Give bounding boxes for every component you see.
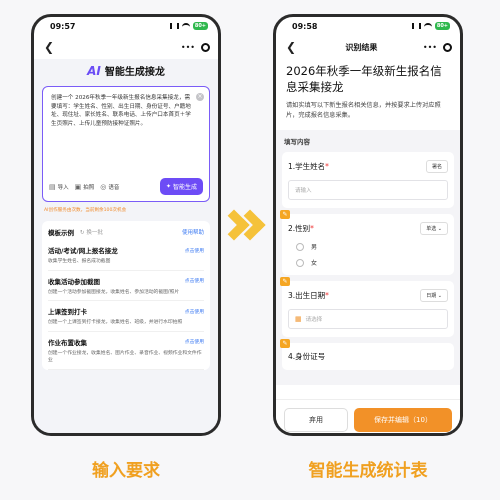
form-title: 2026年秋季一年级新生报名信息采集接龙	[286, 64, 442, 94]
status-time: 09:57	[50, 21, 76, 31]
edit-icon[interactable]: ✎	[280, 210, 290, 219]
question-card: ✎ 4.身份证号	[280, 339, 454, 370]
result-page-body: 2026年秋季一年级新生报名信息采集接龙 请如实填写以下新生报名相关信息，并按要…	[276, 59, 460, 433]
question-type-tag[interactable]: 日期 ⌄	[420, 289, 448, 302]
sparkle-icon: ✦	[165, 183, 171, 190]
close-circle-icon[interactable]	[201, 42, 210, 52]
nav-bar: ❮ •••	[34, 35, 218, 59]
template-name: 作业布置收集	[48, 338, 87, 347]
templates-list: 活动/考试/网上报名接龙 点击使用 收集学生姓名、报名成功截图 收集活动参加截图…	[42, 240, 210, 370]
ai-logo-icon: AI	[87, 63, 101, 78]
template-desc: 创建一个活动参加截图接龙，收集姓名、参加活动的截图/照片	[48, 289, 180, 295]
chevron-down-icon: ⌄	[437, 293, 442, 299]
templates-title: 模板示例	[48, 229, 74, 237]
nav-bar: ❮ 识别结果 •••	[276, 35, 460, 59]
camera-button[interactable]: ▣ 拍照	[75, 183, 95, 191]
question-card: ✎ 3.出生日期* 日期 ⌄ ▦ 请选择	[280, 277, 454, 337]
help-link[interactable]: 使用帮助	[182, 228, 204, 236]
template-name: 活动/考试/网上报名接龙	[48, 247, 118, 255]
question-label: 1.学生姓名	[288, 162, 326, 171]
template-name: 上课签到打卡	[48, 308, 87, 316]
discard-button[interactable]: 弃用	[284, 407, 348, 432]
more-icon[interactable]: •••	[181, 43, 195, 52]
fill-content-title: 填写内容	[284, 138, 310, 146]
refresh-button[interactable]: ↻ 换一批	[80, 228, 103, 236]
question-label: 4.身份证号	[288, 352, 326, 361]
edit-icon[interactable]: ✎	[280, 277, 290, 286]
input-page-body: AI 智能生成接龙 创建一个 2026年秋季一年级新生报名信息采集接龙，需要填写…	[34, 59, 218, 433]
input-toolbar: ▤ 导入 ▣ 拍照 ◎ 语音 ✦ 智能生成	[49, 178, 203, 195]
question-label: 3.出生日期	[288, 291, 326, 300]
status-bar: 09:57 80+	[34, 17, 218, 35]
question-type-tag[interactable]: 单选 ⌄	[420, 222, 448, 235]
nav-title: 识别结果	[345, 42, 378, 52]
edit-icon[interactable]: ✎	[280, 339, 290, 348]
signal-icon	[411, 23, 421, 29]
bottom-action-bar: 弃用 保存并编辑（10）	[276, 399, 460, 433]
use-template-link[interactable]: 点击使用	[185, 308, 204, 315]
radio-icon	[296, 242, 304, 251]
list-item: 上课签到打卡 点击使用 创建一个上课签到打卡接龙，收集姓名、班级，并进行水印拍照	[48, 301, 204, 332]
list-item: 作业布置收集 点击使用 创建一个作业接龙，收集姓名、图片作业、录音作业、视频作业…	[48, 332, 204, 370]
battery-badge: 80+	[192, 22, 208, 30]
name-input[interactable]: 请输入	[288, 180, 448, 200]
mini-program-capsule: •••	[181, 42, 210, 52]
status-time: 09:58	[292, 21, 318, 31]
refresh-icon: ↻	[80, 230, 85, 236]
question-label: 2.性别	[288, 224, 311, 233]
usage-disclaimer: AI创作服务由次数，当前剩余100次机会	[44, 208, 127, 213]
template-name: 收集活动参加截图	[48, 277, 100, 286]
chevron-down-icon: ⌄	[437, 226, 442, 232]
close-circle-icon[interactable]	[443, 42, 452, 52]
signal-icon	[169, 23, 179, 29]
battery-badge: 80+	[434, 22, 450, 30]
import-button[interactable]: ▤ 导入	[49, 183, 69, 191]
import-icon: ▤	[49, 182, 56, 191]
back-icon[interactable]: ❮	[44, 40, 58, 54]
use-template-link[interactable]: 点击使用	[185, 247, 204, 254]
use-template-link[interactable]: 点击使用	[185, 338, 204, 345]
wifi-icon	[423, 23, 432, 29]
question-type-tag[interactable]: 署名	[425, 160, 448, 173]
requirement-text[interactable]: 创建一个 2026年秋季一年级新生报名信息采集接龙，需要填写：学生姓名、性别、出…	[51, 94, 193, 128]
voice-button[interactable]: ◎ 语音	[100, 183, 119, 191]
list-item: 收集活动参加截图 点击使用 创建一个活动参加截图接龙，收集姓名、参加活动的截图/…	[48, 271, 204, 301]
radio-option[interactable]: 女	[288, 258, 448, 267]
phone-input: 09:57 80+ ❮ ••• AI 智能生成接龙 创建一个 2026年秋季一年…	[31, 14, 221, 436]
caption-smart-generate: 智能生成统计表	[308, 461, 428, 481]
form-description: 请如实填写以下新生报名相关信息，并按要求上传对应照片，完成报名信息采集。	[286, 102, 441, 119]
template-desc: 创建一个作业接龙，收集姓名、图片作业、录音作业、视频作业和文件作业	[48, 350, 202, 364]
templates-header: 模板示例 ↻ 换一批 使用帮助	[42, 221, 210, 240]
template-desc: 创建一个上课签到打卡接龙，收集姓名、班级，并进行水印拍照	[48, 320, 183, 325]
transition-arrows	[218, 209, 266, 241]
requirement-input-box[interactable]: 创建一个 2026年秋季一年级新生报名信息采集接龙，需要填写：学生姓名、性别、出…	[42, 86, 210, 202]
fill-content-section: 填写内容 1.学生姓名* 署名 请输入 ✎ 2.性别* 单选 ⌄ 男 女 ✎ 3…	[276, 130, 460, 385]
list-item: 活动/考试/网上报名接龙 点击使用 收集学生姓名、报名成功截图	[48, 240, 204, 271]
question-card: ✎ 2.性别* 单选 ⌄ 男 女	[280, 210, 454, 275]
question-card: 1.学生姓名* 署名 请输入	[282, 152, 454, 208]
template-desc: 收集学生姓名、报名成功截图	[48, 259, 111, 264]
generate-button[interactable]: ✦ 智能生成	[159, 178, 203, 195]
mic-icon: ◎	[100, 182, 107, 191]
date-picker[interactable]: ▦ 请选择	[288, 309, 448, 329]
clear-icon[interactable]: ×	[196, 93, 204, 101]
caption-input-requirement: 输入要求	[92, 461, 160, 481]
mini-program-capsule: •••	[423, 42, 452, 52]
radio-icon	[296, 258, 304, 267]
more-icon[interactable]: •••	[423, 43, 437, 52]
back-icon[interactable]: ❮	[286, 40, 300, 54]
save-and-edit-button[interactable]: 保存并编辑（10）	[354, 407, 452, 432]
title-text: 智能生成接龙	[104, 67, 165, 78]
wifi-icon	[181, 23, 190, 29]
camera-icon: ▣	[74, 182, 82, 191]
calendar-icon: ▦	[295, 315, 302, 323]
page-title: AI 智能生成接龙	[42, 59, 210, 86]
radio-option[interactable]: 男	[288, 242, 448, 251]
phone-result: 09:58 80+ ❮ 识别结果 ••• 2026年秋季一年级新生报名信息采集接…	[273, 14, 463, 436]
status-bar: 09:58 80+	[276, 17, 460, 35]
use-template-link[interactable]: 点击使用	[185, 277, 204, 284]
